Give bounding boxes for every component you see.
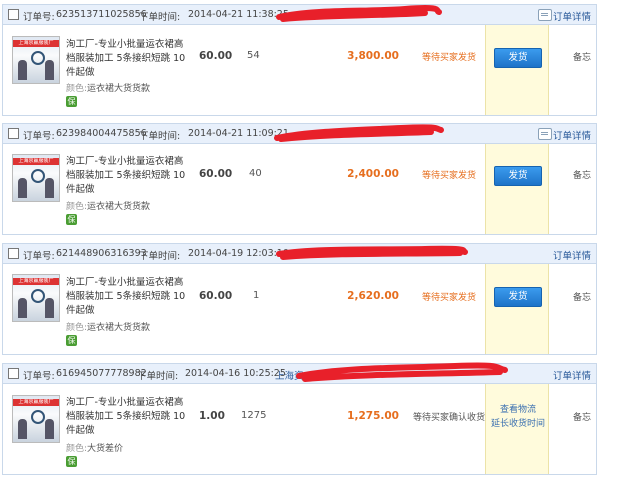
product-title[interactable]: 洵工厂-专业小批量运衣裙高档服装加工 5条接织短跳 10件起做 bbox=[66, 276, 186, 318]
order-time-label: 下单时间: bbox=[139, 131, 181, 142]
order-no-label: 订单号: bbox=[23, 371, 55, 382]
product-title[interactable]: 洵工厂-专业小批量运衣裙高档服装加工 5条接织短跳 10件起做 bbox=[66, 396, 186, 438]
product-thumbnail[interactable]: 上海京赢服装厂 bbox=[12, 36, 60, 84]
guarantee-badge-icon: 保 bbox=[66, 214, 77, 225]
order-no: 616945077778982 bbox=[56, 368, 147, 379]
quantity: 1 bbox=[253, 290, 260, 301]
thumbnail-banner: 上海京赢服装厂 bbox=[13, 158, 59, 165]
message-icon[interactable] bbox=[538, 128, 552, 140]
order-card: 订单号: 621448906316393 下单时间: 2014-04-19 12… bbox=[2, 243, 597, 355]
ship-button[interactable]: 发货 bbox=[494, 48, 542, 68]
order-total: 2,400.00 bbox=[347, 168, 399, 180]
quantity: 1275 bbox=[241, 410, 267, 421]
order-checkbox[interactable] bbox=[8, 128, 19, 139]
order-body: 上海京赢服装厂 洵工厂-专业小批量运衣裙高档服装加工 5条接织短跳 10件起做 … bbox=[3, 264, 596, 354]
order-header: 订单号: 623984004475856 下单时间: 2014-04-21 11… bbox=[3, 124, 596, 144]
unit-price: 60.00 bbox=[199, 50, 233, 62]
order-no-label: 订单号: bbox=[23, 12, 55, 23]
product-thumbnail[interactable]: 上海京赢服装厂 bbox=[12, 154, 60, 202]
action-column: 发货 bbox=[485, 25, 549, 115]
redaction-scribble bbox=[276, 245, 468, 260]
guarantee-badge-icon: 保 bbox=[66, 335, 77, 346]
ship-button[interactable]: 发货 bbox=[494, 166, 542, 186]
action-column: 发货 bbox=[485, 144, 549, 234]
order-total: 3,800.00 bbox=[347, 50, 399, 62]
order-total: 1,275.00 bbox=[347, 410, 399, 422]
order-detail-link[interactable]: 订单详情 bbox=[553, 9, 591, 23]
color-label: 颜色: bbox=[66, 444, 88, 454]
order-checkbox[interactable] bbox=[8, 9, 19, 20]
order-time: 2014-04-19 12:03:10 bbox=[188, 248, 289, 259]
order-total: 2,620.00 bbox=[347, 290, 399, 302]
product-title[interactable]: 洵工厂-专业小批量运衣裙高档服装加工 5条接织短跳 10件起做 bbox=[66, 155, 186, 197]
order-no-label: 订单号: bbox=[23, 251, 55, 262]
action-column: 发货 bbox=[485, 264, 549, 354]
order-status: 等待买家发货 bbox=[421, 293, 476, 303]
order-detail-link[interactable]: 订单详情 bbox=[553, 368, 591, 382]
memo-link[interactable]: 备忘 bbox=[573, 50, 591, 63]
order-detail-link[interactable]: 订单详情 bbox=[553, 128, 591, 142]
order-status: 等待买家发货 bbox=[421, 53, 476, 63]
color-value: 运衣裙大货货款 bbox=[87, 323, 151, 333]
product-color: 颜色:大货差价 bbox=[66, 441, 123, 454]
color-label: 颜色: bbox=[66, 84, 88, 94]
quantity: 40 bbox=[249, 168, 262, 179]
redaction-scribble bbox=[274, 124, 444, 142]
unit-price: 1.00 bbox=[199, 410, 225, 422]
unit-price: 60.00 bbox=[199, 168, 233, 180]
unit-price: 60.00 bbox=[199, 290, 233, 302]
order-no: 621448906316393 bbox=[56, 248, 147, 259]
order-time-label: 下单时间: bbox=[139, 12, 181, 23]
order-status: 等待买家发货 bbox=[421, 171, 476, 181]
order-status: 等待买家确认收货 bbox=[412, 413, 485, 423]
order-checkbox[interactable] bbox=[8, 368, 19, 379]
thumbnail-banner: 上海京赢服装厂 bbox=[13, 399, 59, 406]
order-checkbox[interactable] bbox=[8, 248, 19, 259]
order-time: 2014-04-16 10:25:25 bbox=[185, 368, 286, 379]
product-thumbnail[interactable]: 上海京赢服装厂 bbox=[12, 395, 60, 443]
thumbnail-banner: 上海京赢服装厂 bbox=[13, 278, 59, 285]
memo-link[interactable]: 备忘 bbox=[573, 290, 591, 303]
product-color: 颜色:运衣裙大货货款 bbox=[66, 81, 150, 94]
order-header: 订单号: 621448906316393 下单时间: 2014-04-19 12… bbox=[3, 244, 596, 264]
order-detail-link[interactable]: 订单详情 bbox=[553, 248, 591, 262]
ship-button[interactable]: 发货 bbox=[494, 287, 542, 307]
redaction-scribble bbox=[296, 362, 508, 382]
color-value: 大货差价 bbox=[87, 444, 124, 454]
product-color: 颜色:运衣裙大货货款 bbox=[66, 320, 150, 333]
thumbnail-banner: 上海京赢服装厂 bbox=[13, 40, 59, 47]
order-card: 订单号: 623984004475856 下单时间: 2014-04-21 11… bbox=[2, 123, 597, 235]
guarantee-badge-icon: 保 bbox=[66, 96, 77, 107]
product-thumbnail[interactable]: 上海京赢服装厂 bbox=[12, 274, 60, 322]
color-label: 颜色: bbox=[66, 323, 88, 333]
product-title[interactable]: 洵工厂-专业小批量运衣裙高档服装加工 5条接织短跳 10件起做 bbox=[66, 38, 186, 80]
color-label: 颜色: bbox=[66, 202, 88, 212]
order-body: 上海京赢服装厂 洵工厂-专业小批量运衣裙高档服装加工 5条接织短跳 10件起做 … bbox=[3, 384, 596, 474]
color-value: 运衣裙大货货款 bbox=[87, 84, 151, 94]
redaction-scribble bbox=[276, 5, 442, 22]
message-icon[interactable] bbox=[538, 9, 552, 21]
order-no: 623984004475856 bbox=[56, 128, 147, 139]
view-logistics-link[interactable]: 查看物流 bbox=[490, 403, 546, 417]
order-header: 订单号: 623513711025856 下单时间: 2014-04-21 11… bbox=[3, 5, 596, 25]
action-column: 查看物流 延长收货时间 bbox=[485, 384, 549, 474]
order-body: 上海京赢服装厂 洵工厂-专业小批量运衣裙高档服装加工 5条接织短跳 10件起做 … bbox=[3, 144, 596, 234]
quantity: 54 bbox=[247, 50, 260, 61]
guarantee-badge-icon: 保 bbox=[66, 456, 77, 467]
order-card: 订单号: 623513711025856 下单时间: 2014-04-21 11… bbox=[2, 4, 597, 116]
extend-receipt-link[interactable]: 延长收货时间 bbox=[490, 417, 546, 431]
order-no: 623513711025856 bbox=[56, 9, 147, 20]
order-time-label: 下单时间: bbox=[137, 371, 179, 382]
order-body: 上海京赢服装厂 洵工厂-专业小批量运衣裙高档服装加工 5条接织短跳 10件起做 … bbox=[3, 25, 596, 115]
order-no-label: 订单号: bbox=[23, 131, 55, 142]
order-card: 订单号: 616945077778982 下单时间: 2014-04-16 10… bbox=[2, 362, 597, 475]
memo-link[interactable]: 备忘 bbox=[573, 168, 591, 181]
order-time: 2014-04-21 11:38:25 bbox=[188, 9, 289, 20]
memo-link[interactable]: 备忘 bbox=[573, 410, 591, 423]
product-color: 颜色:运衣裙大货货款 bbox=[66, 199, 150, 212]
order-header: 订单号: 616945077778982 下单时间: 2014-04-16 10… bbox=[3, 362, 596, 384]
order-time-label: 下单时间: bbox=[139, 251, 181, 262]
color-value: 运衣裙大货货款 bbox=[87, 202, 151, 212]
